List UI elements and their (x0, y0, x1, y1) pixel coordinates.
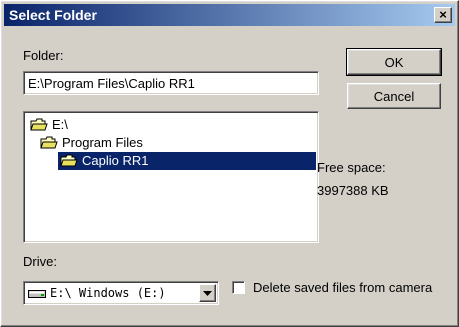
ok-button[interactable]: OK (346, 48, 442, 76)
tree-item-label: E:\ (52, 117, 68, 132)
window-title: Select Folder (9, 7, 97, 23)
chevron-down-icon (203, 291, 212, 296)
delete-files-checkbox[interactable] (232, 281, 245, 294)
close-button[interactable]: × (434, 7, 452, 23)
title-bar: Select Folder × (4, 4, 455, 26)
drive-select[interactable]: E:\ Windows (E:) (23, 281, 219, 305)
free-space-value: 3997388 KB (317, 183, 389, 198)
free-space-label: Free space: (317, 160, 386, 175)
open-folder-icon (30, 118, 48, 131)
close-icon: × (439, 7, 447, 22)
folder-path-field[interactable]: E:\Program Files\Caplio RR1 (23, 71, 319, 95)
dropdown-arrow-button[interactable] (199, 284, 216, 302)
tree-item-label: Caplio RR1 (82, 153, 149, 168)
delete-files-label[interactable]: Delete saved files from camera (253, 280, 432, 295)
drive-value: E:\ Windows (E:) (50, 286, 166, 300)
tree-item-label: Program Files (62, 135, 143, 150)
drive-icon (28, 290, 46, 298)
folder-path-value: E:\Program Files\Caplio RR1 (28, 76, 195, 91)
cancel-button[interactable]: Cancel (347, 83, 441, 109)
open-folder-icon (40, 136, 58, 149)
tree-item-drive[interactable]: E:\ (30, 116, 72, 134)
select-folder-dialog: Select Folder × Folder: E:\Program Files… (0, 0, 459, 327)
tree-item-caplio-rr1[interactable]: Caplio RR1 (58, 152, 316, 170)
folder-label: Folder: (23, 48, 64, 63)
drive-label: Drive: (23, 254, 57, 269)
folder-tree[interactable]: E:\ Program Files Caplio RR1 (23, 111, 319, 243)
tree-item-program-files[interactable]: Program Files (40, 134, 147, 152)
open-folder-icon (60, 154, 78, 167)
